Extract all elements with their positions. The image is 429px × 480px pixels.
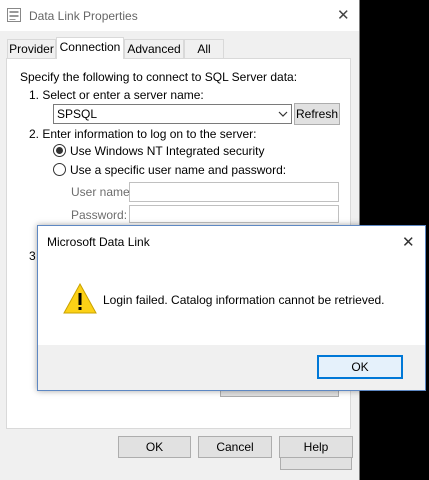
chevron-down-icon[interactable] bbox=[278, 111, 288, 117]
tab-provider[interactable]: Provider bbox=[7, 39, 56, 58]
error-dialog: Microsoft Data Link ✕ Login failed. Cata… bbox=[37, 225, 426, 391]
dialog-title-bar: Microsoft Data Link ✕ bbox=[38, 226, 425, 257]
step2-label: 2. Enter information to log on to the se… bbox=[29, 127, 257, 141]
user-name-field[interactable] bbox=[129, 182, 339, 202]
cancel-button[interactable]: Cancel bbox=[198, 436, 272, 458]
dialog-close-icon[interactable]: ✕ bbox=[402, 233, 415, 251]
tab-all[interactable]: All bbox=[184, 39, 224, 58]
intro-text: Specify the following to connect to SQL … bbox=[20, 70, 298, 84]
radio-nt-security[interactable] bbox=[53, 144, 66, 157]
title-bar: Data Link Properties ✕ bbox=[0, 0, 359, 31]
window-title: Data Link Properties bbox=[29, 9, 138, 23]
step1-label: 1. Select or enter a server name: bbox=[29, 88, 204, 102]
tab-connection[interactable]: Connection bbox=[56, 37, 124, 59]
radio-selected-dot bbox=[56, 147, 63, 154]
dialog-ok-button[interactable]: OK bbox=[317, 355, 403, 379]
radio-nt-security-label: Use Windows NT Integrated security bbox=[70, 144, 265, 158]
tab-advanced[interactable]: Advanced bbox=[124, 39, 184, 58]
refresh-button[interactable]: Refresh bbox=[294, 103, 340, 125]
radio-specific-user-label: Use a specific user name and password: bbox=[70, 163, 287, 177]
help-button[interactable]: Help bbox=[279, 436, 353, 458]
ok-button[interactable]: OK bbox=[118, 436, 191, 458]
warning-icon bbox=[63, 283, 97, 314]
button-shadow-edge bbox=[280, 458, 352, 470]
error-message: Login failed. Catalog information cannot… bbox=[103, 293, 385, 307]
password-field[interactable] bbox=[129, 205, 339, 223]
user-name-label: User name: bbox=[71, 185, 134, 199]
radio-specific-user[interactable] bbox=[53, 163, 66, 176]
window-app-icon bbox=[7, 8, 21, 22]
close-icon[interactable]: ✕ bbox=[337, 6, 350, 24]
dialog-title: Microsoft Data Link bbox=[47, 235, 150, 249]
password-label: Password: bbox=[71, 208, 128, 222]
step3-label: 3 bbox=[29, 249, 36, 263]
dialog-body: Login failed. Catalog information cannot… bbox=[38, 257, 425, 345]
server-name-value: SPSQL bbox=[57, 107, 98, 121]
server-name-combobox[interactable]: SPSQL bbox=[53, 104, 292, 124]
